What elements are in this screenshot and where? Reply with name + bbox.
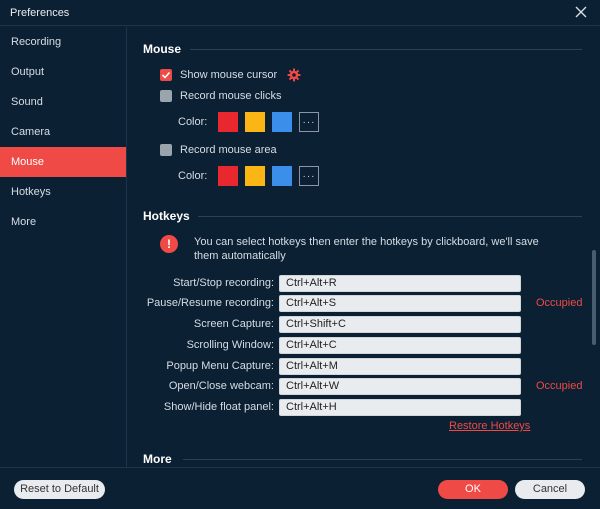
color-swatch-red[interactable] <box>218 112 238 132</box>
hotkey-row: Popup Menu Capture: Ctrl+Alt+M <box>128 358 600 375</box>
sidebar-item-mouse[interactable]: Mouse <box>0 147 126 177</box>
record-area-row: Record mouse area <box>160 143 277 157</box>
close-icon[interactable] <box>574 5 588 19</box>
settings-content: Mouse Show mouse cursor Record mouse cli… <box>128 27 600 467</box>
record-clicks-row: Record mouse clicks <box>160 89 281 103</box>
color-swatch-yellow[interactable] <box>245 112 265 132</box>
show-cursor-label: Show mouse cursor <box>180 69 278 81</box>
sidebar: Recording Output Sound Camera Mouse Hotk… <box>0 27 127 467</box>
hotkey-label: Open/Close webcam: <box>168 380 274 392</box>
section-divider <box>190 49 582 50</box>
notice-text: You can select hotkeys then enter the ho… <box>194 236 539 262</box>
sidebar-item-hotkeys[interactable]: Hotkeys <box>0 177 126 207</box>
record-area-checkbox[interactable] <box>160 144 172 156</box>
hotkey-row: Pause/Resume recording: Ctrl+Alt+S Occup… <box>128 295 600 312</box>
hotkey-input-float-panel[interactable]: Ctrl+Alt+H <box>279 399 521 416</box>
record-area-label: Record mouse area <box>180 144 277 156</box>
hotkey-label: Start/Stop recording: <box>173 277 274 289</box>
hotkey-row: Scrolling Window: Ctrl+Alt+C <box>128 337 600 354</box>
footer: Reset to Default OK Cancel <box>0 467 600 509</box>
more-section-title: More <box>143 452 172 466</box>
section-divider <box>183 459 582 460</box>
hotkeys-section-title: Hotkeys <box>143 209 190 223</box>
ok-button[interactable]: OK <box>438 480 508 499</box>
sidebar-item-sound[interactable]: Sound <box>0 87 126 117</box>
hotkey-label: Show/Hide float panel: <box>163 401 274 413</box>
hotkey-row: Start/Stop recording: Ctrl+Alt+R <box>128 275 600 292</box>
sidebar-item-camera[interactable]: Camera <box>0 117 126 147</box>
show-cursor-row: Show mouse cursor <box>160 68 301 82</box>
record-clicks-label: Record mouse clicks <box>180 90 282 102</box>
hotkey-row: Screen Capture: Ctrl+Shift+C <box>128 316 600 333</box>
section-divider <box>198 216 582 217</box>
color-swatch-blue[interactable] <box>272 166 292 186</box>
area-color-row: Color: ··· <box>178 165 319 187</box>
hotkey-label: Pause/Resume recording: <box>146 297 274 309</box>
gear-icon[interactable] <box>287 68 301 82</box>
hotkey-row: Show/Hide float panel: Ctrl+Alt+H <box>128 399 600 416</box>
reset-to-default-button[interactable]: Reset to Default <box>14 480 105 499</box>
color-label: Color: <box>178 170 208 182</box>
sidebar-item-more[interactable]: More <box>0 207 126 237</box>
color-label: Color: <box>178 116 208 128</box>
hotkey-label: Scrolling Window: <box>186 339 274 351</box>
record-clicks-checkbox[interactable] <box>160 90 172 102</box>
color-swatch-blue[interactable] <box>272 112 292 132</box>
scrollbar-thumb[interactable] <box>592 250 596 345</box>
hotkey-input-screen-capture[interactable]: Ctrl+Shift+C <box>279 316 521 333</box>
more-colors-button[interactable]: ··· <box>299 112 319 132</box>
hotkey-label: Screen Capture: <box>193 318 274 330</box>
mouse-section-title: Mouse <box>143 42 182 56</box>
hotkey-input-start-stop[interactable]: Ctrl+Alt+R <box>279 275 521 292</box>
sidebar-item-recording[interactable]: Recording <box>0 27 126 57</box>
hotkey-status-occupied: Occupied <box>536 380 583 392</box>
clicks-color-row: Color: ··· <box>178 111 319 133</box>
restore-hotkeys-link[interactable]: Restore Hotkeys <box>449 420 530 432</box>
hotkey-input-popup-menu[interactable]: Ctrl+Alt+M <box>279 358 521 375</box>
hotkey-input-pause-resume[interactable]: Ctrl+Alt+S <box>279 295 521 312</box>
hotkey-row: Open/Close webcam: Ctrl+Alt+W Occupied <box>128 378 600 395</box>
hotkey-label: Popup Menu Capture: <box>166 360 274 372</box>
color-swatch-yellow[interactable] <box>245 166 265 186</box>
more-colors-button[interactable]: ··· <box>299 166 319 186</box>
title-bar: Preferences <box>0 0 600 26</box>
show-cursor-checkbox[interactable] <box>160 69 172 81</box>
hotkey-input-scrolling-window[interactable]: Ctrl+Alt+C <box>279 337 521 354</box>
cancel-button[interactable]: Cancel <box>515 480 585 499</box>
sidebar-item-output[interactable]: Output <box>0 57 126 87</box>
window-title: Preferences <box>10 7 70 19</box>
hotkey-input-webcam[interactable]: Ctrl+Alt+W <box>279 378 521 395</box>
warning-icon: ! <box>160 235 178 253</box>
color-swatch-red[interactable] <box>218 166 238 186</box>
hotkey-status-occupied: Occupied <box>536 297 583 309</box>
